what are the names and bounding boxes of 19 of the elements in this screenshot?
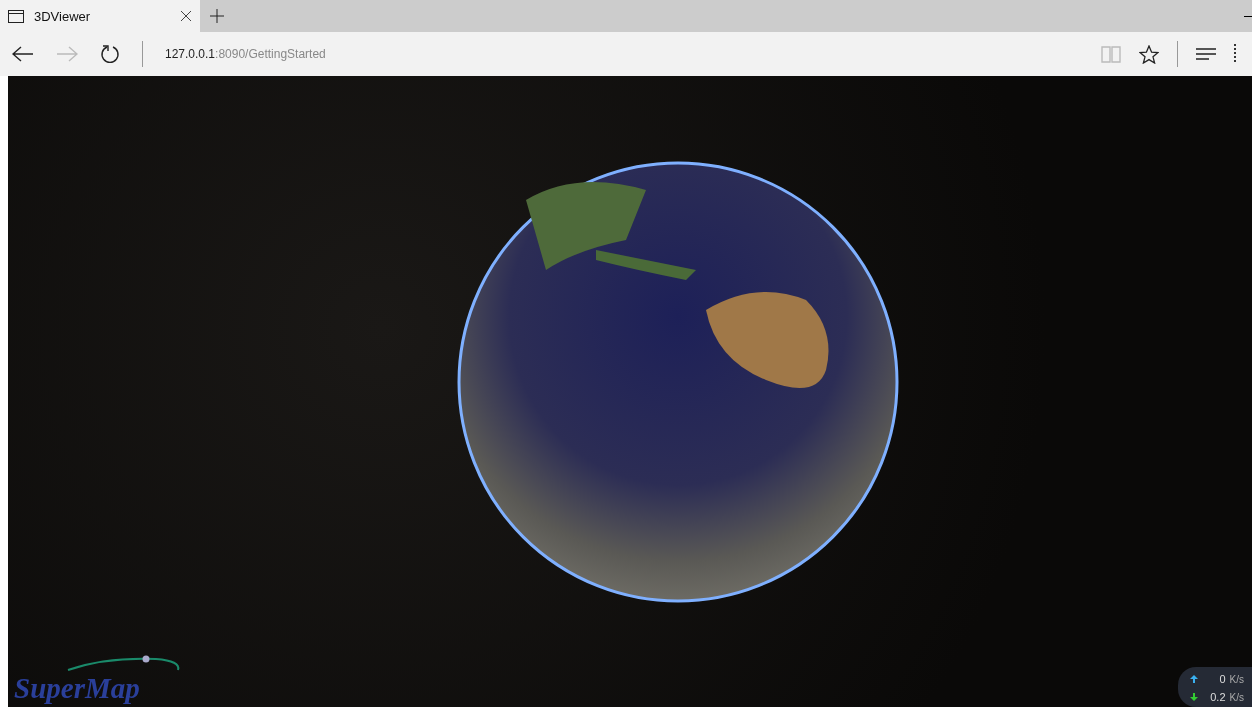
star-icon[interactable]: [1139, 44, 1159, 64]
speed-unit: K/s: [1229, 673, 1244, 685]
minimize-icon[interactable]: [1244, 15, 1252, 17]
close-icon[interactable]: [180, 10, 192, 22]
speed-unit: K/s: [1229, 691, 1244, 703]
address-field[interactable]: 127.0.0.1:8090/GettingStarted: [165, 47, 326, 61]
refresh-icon[interactable]: [100, 44, 120, 64]
browser-tab[interactable]: 3DViewer: [0, 0, 200, 32]
globe-drawing[interactable]: [456, 160, 900, 604]
back-icon[interactable]: [12, 46, 34, 62]
up-arrow-icon: [1189, 675, 1198, 683]
down-arrow-icon: [1189, 693, 1198, 701]
menu-icon[interactable]: [1196, 48, 1216, 60]
speed-value: 0: [1218, 673, 1226, 685]
new-tab-icon[interactable]: [210, 9, 224, 23]
logo-text: SuperMap: [14, 672, 140, 705]
tab-title: 3DViewer: [34, 8, 92, 24]
speed-value: 0.2: [1209, 691, 1226, 703]
window-icon: [8, 9, 24, 23]
